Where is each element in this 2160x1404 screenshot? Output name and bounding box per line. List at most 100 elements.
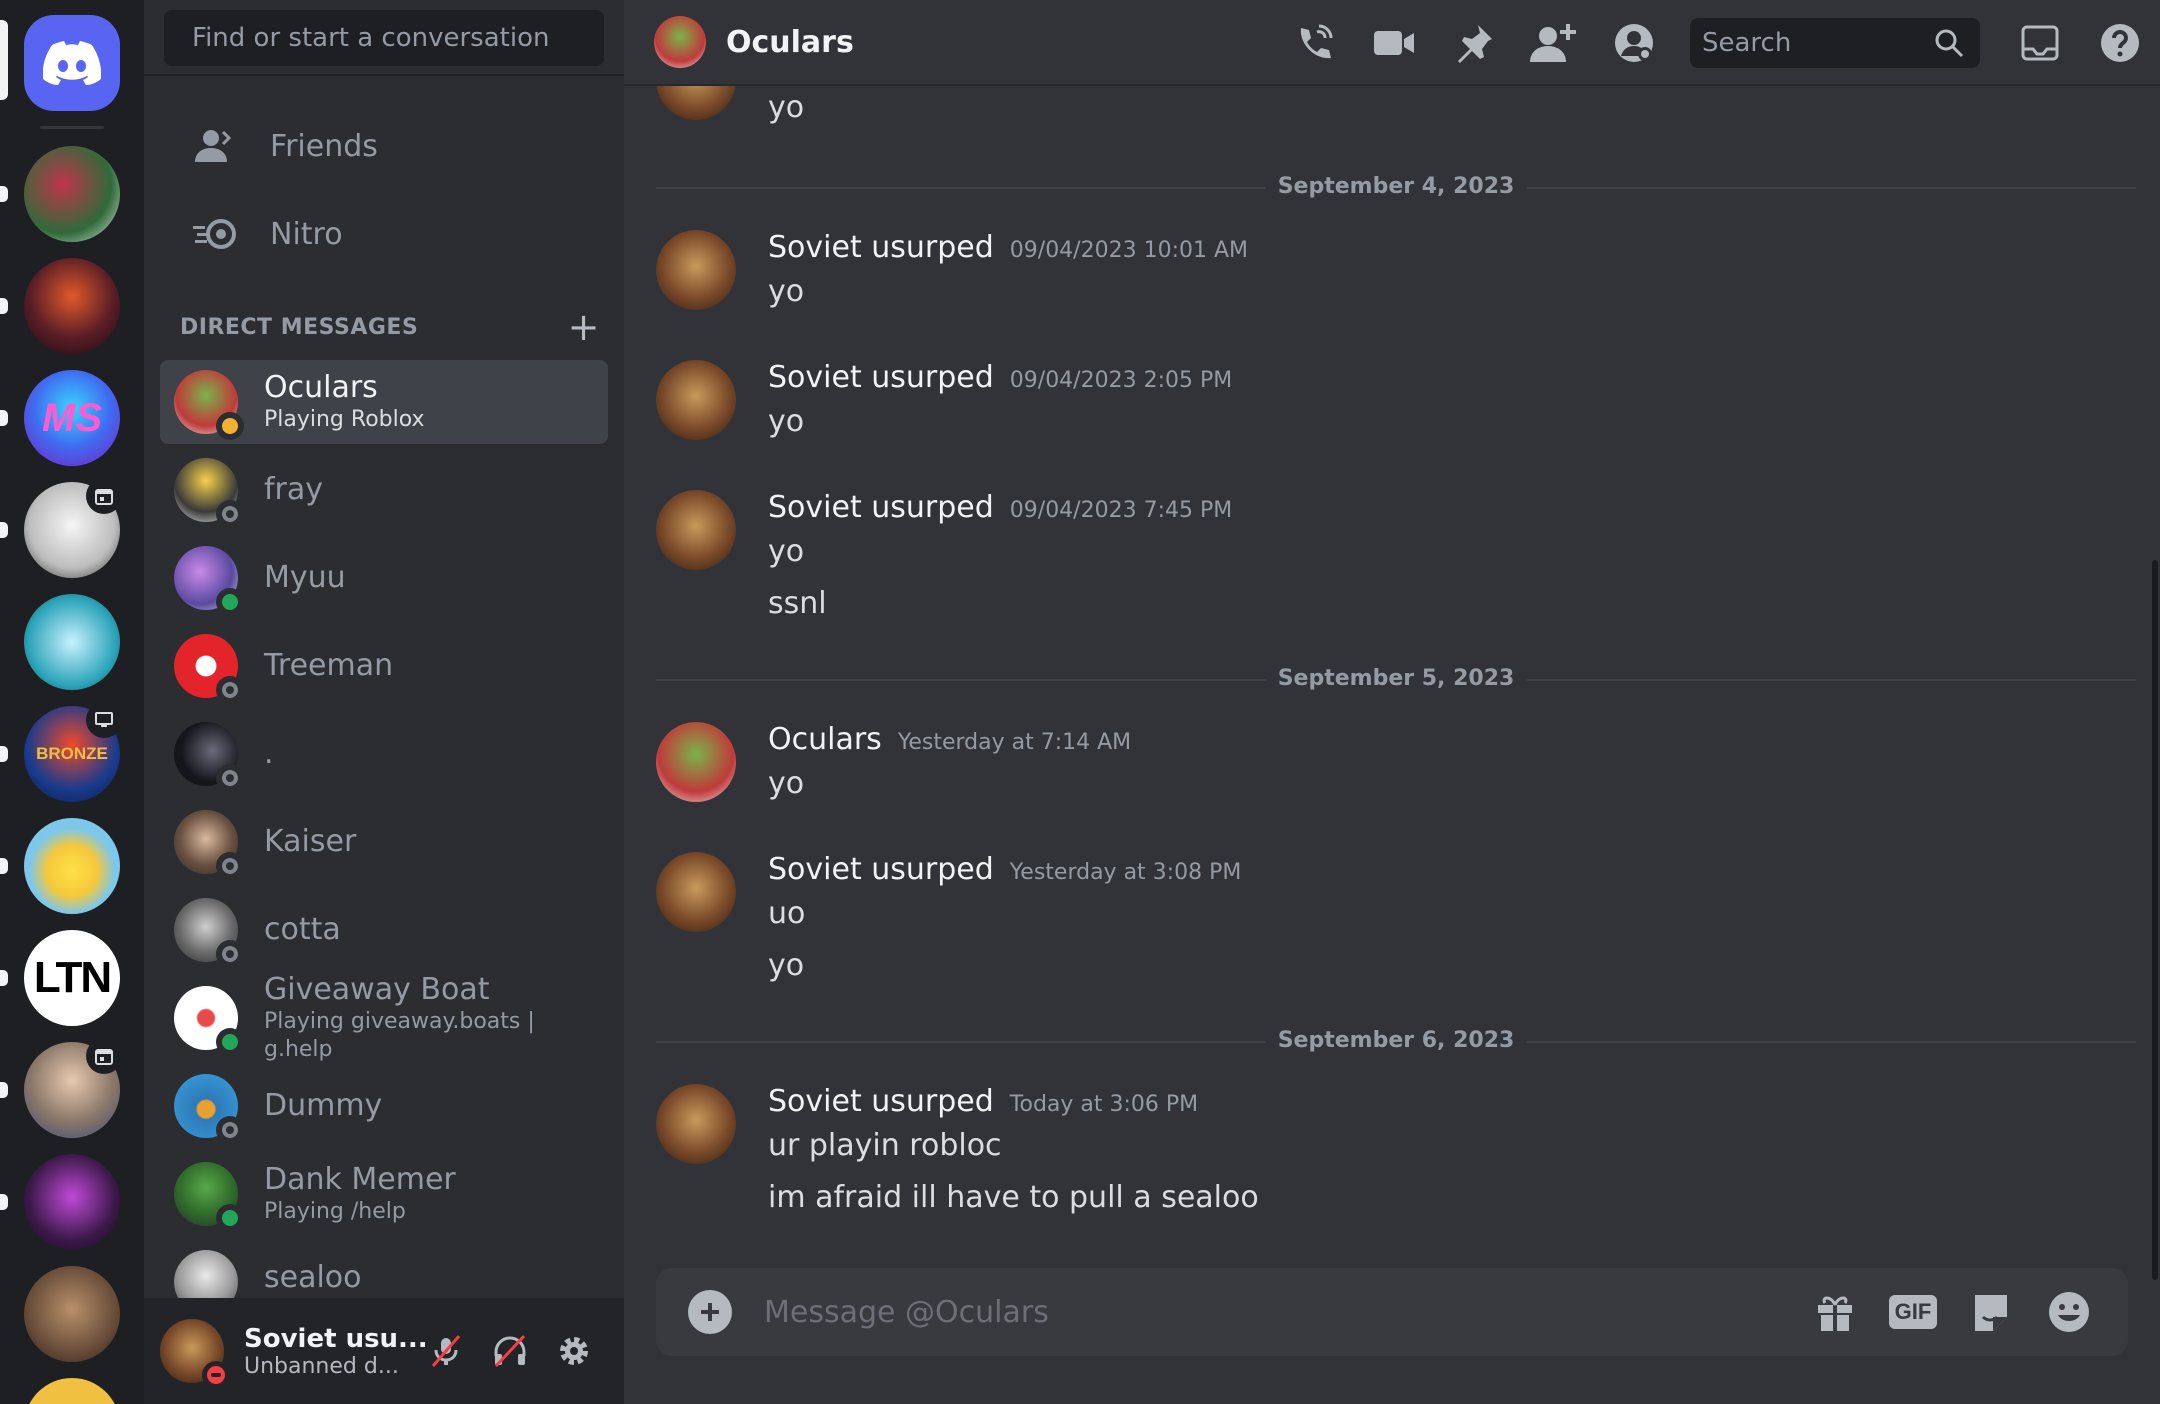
server-icon[interactable]: LTN xyxy=(24,930,120,1026)
create-dm-plus-icon[interactable]: + xyxy=(568,308,600,346)
message-avatar[interactable] xyxy=(656,230,736,310)
user-info[interactable]: Soviet usu... Unbanned d... xyxy=(244,1323,428,1379)
inbox-icon xyxy=(2021,25,2059,61)
chat-panel: Oculars Search yo September 4, 2023 Sovi… xyxy=(624,0,2160,1404)
server-icon[interactable] xyxy=(24,818,120,914)
nav-nitro[interactable]: Nitro xyxy=(160,196,608,272)
dm-sidebar: Find or start a conversation Friends Nit… xyxy=(144,0,624,1404)
server-icon[interactable] xyxy=(24,258,120,354)
mute-button[interactable] xyxy=(414,1319,478,1383)
rail-separator xyxy=(40,126,104,129)
dm-item-treeman[interactable]: Treeman xyxy=(160,624,608,708)
dm-name: cotta xyxy=(264,912,341,947)
message-author[interactable]: Oculars xyxy=(768,722,882,758)
sidebar-search-bar: Find or start a conversation xyxy=(144,0,624,76)
dm-item-dot[interactable]: . xyxy=(160,712,608,796)
add-friends-to-dm-button[interactable] xyxy=(1514,0,1594,86)
message-timestamp: Yesterday at 3:08 PM xyxy=(1009,860,1242,885)
nav-friends[interactable]: Friends xyxy=(160,108,608,184)
message-author[interactable]: Soviet usurped xyxy=(768,360,994,396)
sticker-picker-button[interactable] xyxy=(1952,1282,2030,1342)
dm-item-cotta[interactable]: cotta xyxy=(160,888,608,972)
dm-item-sealoo[interactable]: sealoo xyxy=(160,1238,608,1298)
help-icon xyxy=(2101,24,2139,62)
dm-item-oculars[interactable]: Oculars Playing Roblox xyxy=(160,360,608,444)
status-online-icon xyxy=(216,1204,244,1232)
header-toolbar: Search xyxy=(1274,0,2160,86)
microphone-muted-icon xyxy=(431,1335,461,1367)
search-icon xyxy=(1935,29,1964,58)
inbox-button[interactable] xyxy=(2000,0,2080,86)
server-icon[interactable] xyxy=(24,1378,120,1404)
status-offline-icon xyxy=(216,500,244,528)
pinned-messages-button[interactable] xyxy=(1434,0,1514,86)
friends-icon xyxy=(160,128,270,164)
search-placeholder: Search xyxy=(1702,28,1792,58)
status-dnd-icon xyxy=(202,1361,230,1389)
server-icon[interactable] xyxy=(24,594,120,690)
help-button[interactable] xyxy=(2080,0,2160,86)
message-scrollbar[interactable] xyxy=(2152,560,2158,1280)
dm-item-giveaway-boat[interactable]: Giveaway Boat Playing giveaway.boats | g… xyxy=(160,972,608,1062)
home-button[interactable] xyxy=(24,15,120,111)
dm-name: Dank Memer xyxy=(264,1162,456,1197)
message-list: yo September 4, 2023 Soviet usurped 09/04… xyxy=(624,86,2160,1266)
message-author[interactable]: Soviet usurped xyxy=(768,852,994,888)
chat-search-input[interactable]: Search xyxy=(1690,18,1980,68)
dm-item-fray[interactable]: fray xyxy=(160,448,608,532)
message-composer: Message @Oculars GIF xyxy=(656,1268,2128,1356)
unread-indicator xyxy=(0,186,8,202)
message-text: yo xyxy=(768,404,805,439)
date-divider-label: September 5, 2023 xyxy=(1265,665,1527,693)
user-settings-button[interactable] xyxy=(542,1319,606,1383)
unread-indicator xyxy=(0,410,8,426)
dm-name: Myuu xyxy=(264,560,346,595)
message-text: yo xyxy=(768,274,805,309)
upload-attachment-button[interactable] xyxy=(688,1290,732,1334)
message-author[interactable]: Soviet usurped xyxy=(768,230,994,266)
message-avatar[interactable] xyxy=(656,1084,736,1164)
add-user-icon xyxy=(1530,24,1576,62)
monitor-icon xyxy=(95,712,113,727)
server-icon[interactable] xyxy=(24,146,120,242)
direct-messages-label: DIRECT MESSAGES xyxy=(180,314,419,340)
message-avatar[interactable] xyxy=(656,722,736,802)
emoji-picker-button[interactable] xyxy=(2030,1282,2108,1342)
nitro-icon xyxy=(160,216,270,252)
deafen-button[interactable] xyxy=(478,1319,542,1383)
user-avatar[interactable] xyxy=(160,1319,230,1389)
dm-item-dummy[interactable]: Dummy xyxy=(160,1064,608,1148)
date-divider-label: September 4, 2023 xyxy=(1265,173,1527,201)
message-author[interactable]: Soviet usurped xyxy=(768,490,994,526)
message-text: yo xyxy=(768,534,805,569)
message-timestamp: 09/04/2023 10:01 AM xyxy=(1009,238,1248,263)
username: Soviet usu... xyxy=(244,1323,428,1354)
gif-picker-button[interactable]: GIF xyxy=(1874,1282,1952,1342)
header-avatar[interactable] xyxy=(654,16,706,68)
message-author[interactable]: Soviet usurped xyxy=(768,1084,994,1120)
server-label: BRONZE xyxy=(36,744,108,763)
message-input[interactable]: Message @Oculars xyxy=(764,1295,1796,1330)
dm-item-kaiser[interactable]: Kaiser xyxy=(160,800,608,884)
server-icon[interactable] xyxy=(24,1154,120,1250)
chat-title: Oculars xyxy=(726,24,854,60)
find-conversation-button[interactable]: Find or start a conversation xyxy=(164,10,604,66)
send-gift-button[interactable] xyxy=(1796,1282,1874,1342)
user-panel: Soviet usu... Unbanned d... xyxy=(144,1298,624,1404)
dm-item-dank-memer[interactable]: Dank Memer Playing /help xyxy=(160,1152,608,1236)
message-avatar[interactable] xyxy=(656,852,736,932)
message-avatar[interactable] xyxy=(656,490,736,570)
message-avatar[interactable] xyxy=(656,86,736,120)
gear-icon xyxy=(560,1337,588,1365)
date-divider-label: September 6, 2023 xyxy=(1265,1027,1527,1055)
server-icon[interactable] xyxy=(24,1266,120,1362)
message-avatar[interactable] xyxy=(656,360,736,440)
start-video-call-button[interactable] xyxy=(1354,0,1434,86)
user-profile-toggle-button[interactable] xyxy=(1594,0,1674,86)
calendar-icon xyxy=(95,489,113,505)
dm-name: fray xyxy=(264,472,324,507)
dm-item-myuu[interactable]: Myuu xyxy=(160,536,608,620)
start-voice-call-button[interactable] xyxy=(1274,0,1354,86)
nav-friends-label: Friends xyxy=(270,128,378,164)
server-icon[interactable]: MS xyxy=(24,370,120,466)
